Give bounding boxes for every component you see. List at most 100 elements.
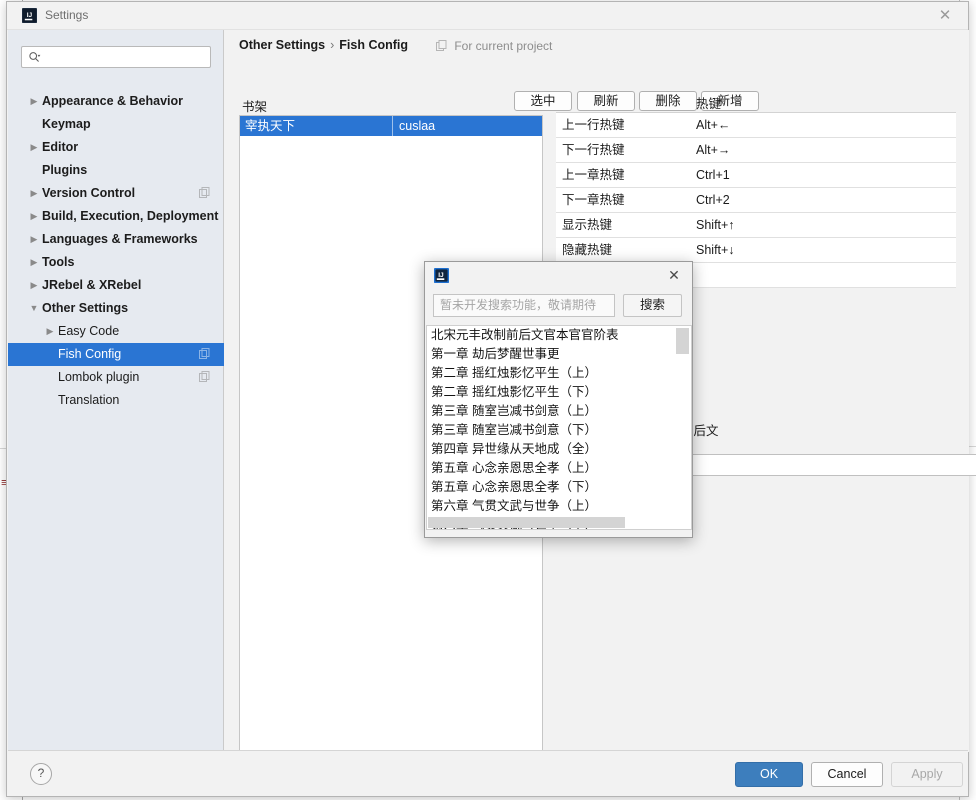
shelf-book-name: 宰执天下 — [245, 119, 296, 133]
table-row[interactable]: 隐藏热键 Shift+↓ — [556, 238, 956, 263]
sidebar-item-label: Easy Code — [58, 324, 120, 338]
help-button[interactable]: ? — [30, 763, 52, 785]
table-row[interactable]: 下一行热键 Alt+→ — [556, 138, 956, 163]
chevron-right-icon[interactable]: ▶ — [28, 251, 40, 274]
sidebar-item-lombok-plugin[interactable]: Lombok plugin — [8, 366, 224, 389]
hotkey-binding: Shift+↓ — [696, 243, 735, 257]
settings-title-bar: IJ Settings ✕ — [7, 2, 968, 30]
chapter-list-horizontal-scrollbar[interactable] — [428, 517, 680, 528]
chevron-right-icon[interactable]: ▶ — [28, 90, 40, 113]
hotkey-binding: Alt+→ — [696, 143, 731, 157]
chapter-dialog-title-bar: IJ ✕ — [425, 262, 692, 289]
chevron-right-icon[interactable]: ▶ — [28, 205, 40, 228]
list-item[interactable]: 第二章 摇红烛影忆平生（上） — [427, 364, 691, 383]
hotkey-name: 下一行热键 — [562, 143, 625, 157]
shelf-button-0[interactable]: 选中 — [514, 91, 572, 111]
sidebar-item-label: Editor — [42, 140, 79, 154]
sidebar-item-other-settings[interactable]: ▼ Other Settings — [8, 297, 224, 320]
chapter-dialog-close-icon[interactable]: ✕ — [664, 266, 684, 285]
sidebar-item-label: Appearance & Behavior — [42, 94, 184, 108]
table-row[interactable]: 宰执天下 cuslaa — [240, 116, 542, 136]
list-item[interactable]: 北宋元丰改制前后文官本官官阶表 — [427, 326, 691, 345]
list-item[interactable]: 第三章 随室岂减书剑意（上） — [427, 402, 691, 421]
list-item[interactable]: 第二章 摇红烛影忆平生（下） — [427, 383, 691, 402]
for-current-project-label: For current project — [454, 39, 553, 53]
cancel-button[interactable]: Cancel — [811, 762, 883, 787]
sidebar-item-appearance-behavior[interactable]: ▶ Appearance & Behavior — [8, 90, 224, 113]
hotkey-name: 下一章热键 — [562, 193, 625, 207]
settings-footer: ? OK Cancel Apply — [8, 750, 968, 795]
sidebar-item-version-control[interactable]: ▶ Version Control — [8, 182, 224, 205]
table-row[interactable]: 上一章热键 Ctrl+1 — [556, 163, 956, 188]
list-item[interactable]: 第六章 气贯文武与世争（上） — [427, 497, 691, 516]
hotkeys-title: 热键 — [696, 97, 722, 111]
sidebar-item-label: Version Control — [42, 186, 136, 200]
sidebar-item-label: Fish Config — [58, 347, 122, 361]
chapter-picker-dialog: IJ ✕ 暂未开发搜索功能，敬请期待 搜索 北宋元丰改制前后文官本官官阶表 第一章… — [424, 261, 693, 538]
scrollbar-thumb-vertical[interactable] — [676, 328, 689, 354]
chapter-search-row: 暂未开发搜索功能，敬请期待 搜索 — [425, 290, 692, 324]
table-row[interactable]: 上一行热键 Alt+← — [556, 113, 956, 138]
hotkey-name: 上一章热键 — [562, 168, 625, 182]
sidebar-item-label: Tools — [42, 255, 75, 269]
sidebar-item-label: Languages & Frameworks — [42, 232, 198, 246]
breadcrumb-parent[interactable]: Other Settings — [239, 38, 325, 52]
chevron-right-icon[interactable]: ▶ — [28, 228, 40, 251]
chapter-search-input[interactable]: 暂未开发搜索功能，敬请期待 — [433, 294, 615, 317]
sidebar-item-keymap[interactable]: Keymap — [8, 113, 224, 136]
list-item[interactable]: 第一章 劫后梦醒世事更 — [427, 345, 691, 364]
chevron-down-icon[interactable]: ▼ — [28, 297, 40, 320]
search-icon — [29, 52, 41, 62]
sidebar-item-editor[interactable]: ▶ Editor — [8, 136, 224, 159]
copy-scope-icon — [436, 40, 447, 51]
scrollbar-thumb-horizontal[interactable] — [428, 517, 625, 528]
sidebar-item-tools[interactable]: ▶ Tools — [8, 251, 224, 274]
sidebar-item-plugins[interactable]: Plugins — [8, 159, 224, 182]
hotkey-name: 隐藏热键 — [562, 243, 613, 257]
sidebar-item-languages-frameworks[interactable]: ▶ Languages & Frameworks — [8, 228, 224, 251]
shelf-book-owner: cuslaa — [392, 116, 542, 136]
screen: O ≡ s IJ Settings ✕ ▶Appeara — [0, 0, 976, 800]
for-current-project-note: For current project — [436, 39, 552, 53]
chapter-list[interactable]: 北宋元丰改制前后文官本官官阶表 第一章 劫后梦醒世事更 第二章 摇红烛影忆平生（上）… — [426, 325, 692, 530]
sidebar-item-label: Keymap — [42, 117, 91, 131]
project-scope-icon — [199, 187, 210, 198]
window-title: Settings — [45, 8, 89, 22]
project-scope-icon — [199, 348, 210, 359]
breadcrumb-separator: › — [330, 38, 335, 52]
sidebar-item-fish-config[interactable]: Fish Config — [8, 343, 224, 366]
hotkey-name: 上一行热键 — [562, 118, 625, 132]
search-input[interactable] — [21, 46, 211, 68]
hotkey-binding: Ctrl+1 — [696, 168, 730, 182]
close-icon[interactable]: ✕ — [934, 6, 956, 26]
table-row[interactable]: 显示热键 Shift+↑ — [556, 213, 956, 238]
chapter-search-button[interactable]: 搜索 — [623, 294, 682, 317]
sidebar-item-easy-code[interactable]: ▶ Easy Code — [8, 320, 224, 343]
sidebar-item-jrebel-xrebel[interactable]: ▶ JRebel & XRebel — [8, 274, 224, 297]
hotkey-binding: Ctrl+2 — [696, 193, 730, 207]
sidebar-item-label: Lombok plugin — [58, 370, 140, 384]
settings-tree: ▶ Appearance & Behavior Keymap ▶ Editor Plugi… — [8, 90, 224, 412]
sidebar-item-build-execution-deployment[interactable]: ▶ Build, Execution, Deployment — [8, 205, 224, 228]
chapter-list-vertical-scrollbar[interactable] — [676, 327, 690, 529]
sidebar-item-label: Build, Execution, Deployment — [42, 209, 219, 223]
list-item[interactable]: 第三章 随室岂减书剑意（下） — [427, 421, 691, 440]
chevron-right-icon[interactable]: ▶ — [28, 136, 40, 159]
intellij-logo-icon: IJ — [434, 268, 449, 283]
table-row[interactable]: 下一章热键 Ctrl+2 — [556, 188, 956, 213]
sidebar-item-translation[interactable]: Translation — [8, 389, 224, 412]
settings-sidebar: ▶ Appearance & Behavior Keymap ▶ Editor Plugi… — [8, 30, 224, 752]
list-item[interactable]: 第四章 异世缘从天地成（全） — [427, 440, 691, 459]
page-title: Fish Config — [339, 38, 409, 52]
ok-button[interactable]: OK — [735, 762, 803, 787]
svg-text:IJ: IJ — [438, 272, 444, 279]
breadcrumb: Other Settings › Fish Config — [239, 38, 408, 52]
chevron-right-icon[interactable]: ▶ — [28, 182, 40, 205]
chevron-right-icon[interactable]: ▶ — [28, 274, 40, 297]
chevron-right-icon[interactable]: ▶ — [44, 320, 56, 343]
apply-button: Apply — [891, 762, 963, 787]
shelf-button-2[interactable]: 删除 — [639, 91, 697, 111]
list-item[interactable]: 第五章 心念亲恩思全孝（下） — [427, 478, 691, 497]
list-item[interactable]: 第五章 心念亲恩思全孝（上） — [427, 459, 691, 478]
shelf-button-1[interactable]: 刷新 — [577, 91, 635, 111]
